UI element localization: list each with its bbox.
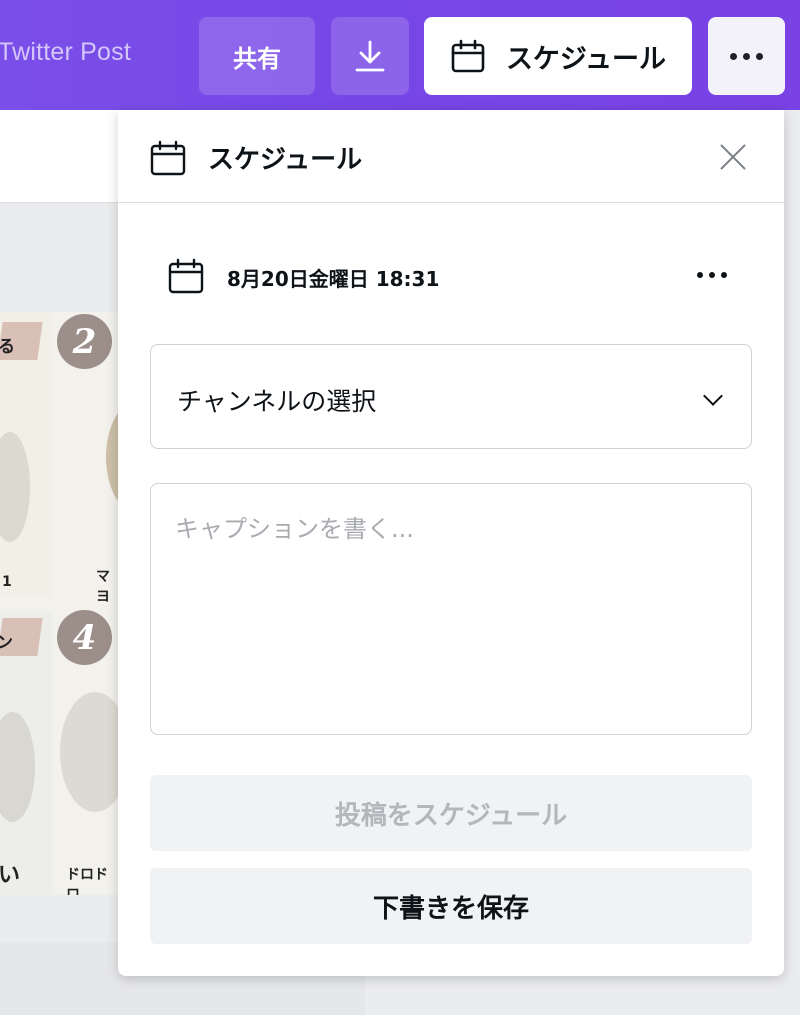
panel-title: スケジュール xyxy=(208,145,363,175)
schedule-button[interactable]: スケジュール xyxy=(424,17,692,95)
schedule-date-time[interactable]: 8月20日金曜日 18:31 xyxy=(227,263,439,292)
calendar-icon xyxy=(451,39,485,73)
channel-select-value: チャンネルの選択 xyxy=(177,387,377,416)
schedule-panel: スケジュール 8月20日金曜日 18:31 チャンネルの選択 投稿をスケジュール… xyxy=(118,110,784,976)
channel-select[interactable]: チャンネルの選択 xyxy=(150,344,752,449)
design-text-fragment: る xyxy=(0,337,15,357)
step-number-badge: 4 xyxy=(57,610,112,665)
chevron-down-icon xyxy=(703,386,723,406)
schedule-button-label: スケジュール xyxy=(505,43,667,75)
step-number-badge: 2 xyxy=(57,314,112,369)
design-preview[interactable]: る 1 マヨ ン い ドロドロ 2 4 xyxy=(0,312,120,895)
editor-toolbar-strip xyxy=(0,110,120,203)
caption-input[interactable] xyxy=(150,483,752,735)
design-text-fragment: ドロドロ xyxy=(66,867,108,895)
schedule-date-row[interactable]: 8月20日金曜日 18:31 xyxy=(168,258,738,294)
share-button[interactable]: 共有 xyxy=(199,17,315,95)
download-icon xyxy=(355,40,385,72)
date-options-button[interactable] xyxy=(697,272,727,278)
panel-header: スケジュール xyxy=(118,110,784,203)
more-horizontal-icon xyxy=(697,272,727,278)
design-text-fragment: マヨ xyxy=(96,569,110,605)
top-toolbar: Twitter Post 共有 スケジュール xyxy=(0,0,800,110)
schedule-post-button[interactable]: 投稿をスケジュール xyxy=(150,775,752,851)
design-text-fragment: ン xyxy=(0,633,13,653)
close-icon[interactable] xyxy=(716,140,750,174)
more-horizontal-icon xyxy=(730,52,763,60)
calendar-icon xyxy=(168,258,204,294)
design-text-fragment: 1 xyxy=(2,574,12,590)
download-button[interactable] xyxy=(331,17,409,95)
more-options-button[interactable] xyxy=(708,17,785,95)
design-text-fragment: い xyxy=(0,863,21,888)
document-title[interactable]: Twitter Post xyxy=(0,38,131,67)
illustration xyxy=(60,692,120,812)
save-draft-button[interactable]: 下書きを保存 xyxy=(150,868,752,944)
calendar-icon xyxy=(150,140,186,176)
